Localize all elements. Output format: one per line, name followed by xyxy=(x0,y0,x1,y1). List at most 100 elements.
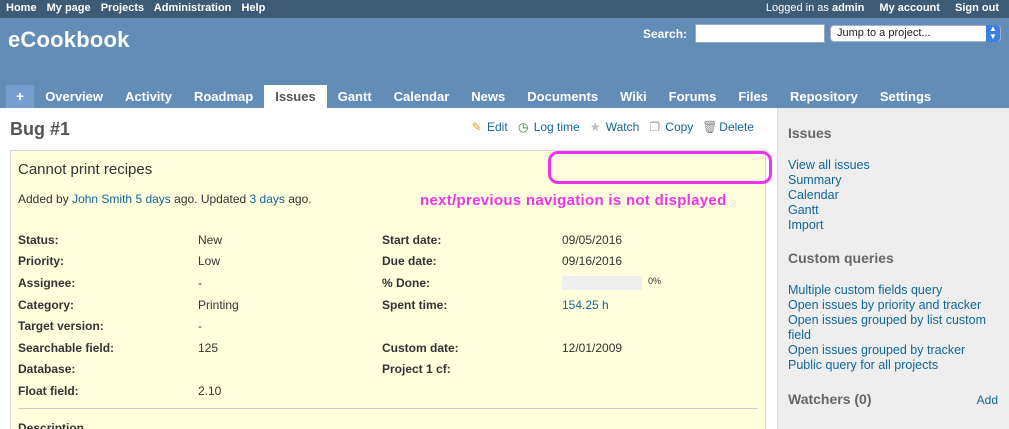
sidebar-query-grouped-list-custom-field[interactable]: Open issues grouped by list custom field xyxy=(788,313,999,343)
issue-subject: Cannot print recipes xyxy=(18,161,153,178)
project-jump-label: Jump to a project... xyxy=(837,27,931,39)
logged-in-user[interactable]: admin xyxy=(832,2,864,14)
spent-time-link[interactable]: 154.25 h xyxy=(562,298,609,312)
ago-text: ago. xyxy=(288,192,312,206)
status-label: Status: xyxy=(18,232,59,247)
due-date-label: Due date: xyxy=(382,254,437,269)
tab-news[interactable]: News xyxy=(460,85,516,108)
project-cf-value xyxy=(562,359,661,381)
empty-label xyxy=(382,315,562,337)
delete-action[interactable]: 🗑 Delete xyxy=(702,120,754,134)
copy-link[interactable]: Copy xyxy=(665,120,693,134)
empty-value xyxy=(562,380,661,402)
database-value xyxy=(198,359,382,381)
top-link-help[interactable]: Help xyxy=(241,2,265,14)
top-menu-right: Logged in as admin My account Sign out xyxy=(742,2,999,14)
project-jump-select[interactable]: Jump to a project... ▲ ▼ xyxy=(830,25,1001,42)
add-watcher-link[interactable]: Add xyxy=(977,393,998,407)
added-by-text: Added by xyxy=(18,192,69,206)
author-link[interactable]: John Smith xyxy=(72,192,132,206)
attribute-row: Searchable field: 125 Custom date: 12/01… xyxy=(18,337,661,359)
log-time-action[interactable]: ◷ Log time xyxy=(517,120,580,134)
tab-settings[interactable]: Settings xyxy=(869,85,942,108)
sidebar-queries-links: Multiple custom fields query Open issues… xyxy=(788,283,999,373)
issue-attributes: Status: New Start date: 09/05/2016 Prior… xyxy=(18,229,661,402)
top-menu: Home My page Projects Administration Hel… xyxy=(0,0,1009,18)
select-arrows-icon: ▲ ▼ xyxy=(986,25,1000,42)
tab-forums[interactable]: Forums xyxy=(658,85,728,108)
sidebar-query-grouped-tracker[interactable]: Open issues grouped by tracker xyxy=(788,343,999,358)
log-time-link[interactable]: Log time xyxy=(534,120,580,134)
empty-label xyxy=(382,380,562,402)
tab-activity[interactable]: Activity xyxy=(114,85,183,108)
sidebar-issues-title: Issues xyxy=(788,125,832,141)
spent-time-value: 154.25 h xyxy=(562,294,661,316)
sidebar-link-calendar[interactable]: Calendar xyxy=(788,188,999,203)
tab-gantt[interactable]: Gantt xyxy=(327,85,383,108)
logged-in-prefix: Logged in as xyxy=(765,2,829,14)
assignee-label: Assignee: xyxy=(18,275,76,290)
sidebar-query-priority-tracker[interactable]: Open issues by priority and tracker xyxy=(788,298,999,313)
sidebar-link-gantt[interactable]: Gantt xyxy=(788,203,999,218)
sidebar-queries-title: Custom queries xyxy=(788,250,894,266)
priority-value: Low xyxy=(198,254,221,269)
main-menu: + Overview Activity Roadmap Issues Gantt… xyxy=(6,85,942,108)
top-link-home[interactable]: Home xyxy=(6,2,37,14)
tab-repository[interactable]: Repository xyxy=(779,85,869,108)
top-link-administration[interactable]: Administration xyxy=(154,2,232,14)
issue-actions: ✎ Edit ◷ Log time ★ Watch ❐ Copy 🗑 Delete xyxy=(470,120,763,134)
attribute-row: Status: New Start date: 09/05/2016 xyxy=(18,229,661,251)
sidebar: Issues View all issues Summary Calendar … xyxy=(777,108,1009,429)
clock-icon: ◷ xyxy=(517,119,529,134)
assignee-value: - xyxy=(198,275,202,290)
top-link-my-page[interactable]: My page xyxy=(47,2,91,14)
empty-value xyxy=(562,315,661,337)
tab-documents[interactable]: Documents xyxy=(516,85,609,108)
divider xyxy=(18,408,758,409)
edit-link[interactable]: Edit xyxy=(487,120,508,134)
top-link-projects[interactable]: Projects xyxy=(101,2,144,14)
tab-roadmap[interactable]: Roadmap xyxy=(183,85,264,108)
sidebar-link-view-all-issues[interactable]: View all issues xyxy=(788,158,999,173)
tab-overview[interactable]: Overview xyxy=(34,85,114,108)
sidebar-query-multiple-custom-fields[interactable]: Multiple custom fields query xyxy=(788,283,999,298)
tab-new[interactable]: + xyxy=(6,85,35,108)
attribute-row: Priority: Low Due date: 09/16/2016 xyxy=(18,251,661,273)
done-progress-bar xyxy=(562,276,642,291)
tab-files[interactable]: Files xyxy=(727,85,779,108)
sidebar-query-public[interactable]: Public query for all projects xyxy=(788,358,999,373)
top-menu-left: Home My page Projects Administration Hel… xyxy=(6,2,272,14)
watch-link[interactable]: Watch xyxy=(606,120,640,134)
annotation-text: next/previous navigation is not displaye… xyxy=(420,192,727,209)
sidebar-link-summary[interactable]: Summary xyxy=(788,173,999,188)
attribute-row: Target version: - xyxy=(18,315,661,337)
star-icon: ★ xyxy=(589,119,601,134)
project-title[interactable]: eCookbook xyxy=(8,27,130,53)
search-input[interactable] xyxy=(695,24,825,43)
annotation-highlight-box xyxy=(548,151,772,184)
tab-wiki[interactable]: Wiki xyxy=(609,85,658,108)
spent-time-label: Spent time: xyxy=(382,297,448,312)
description-heading: Description xyxy=(18,421,85,429)
tab-calendar[interactable]: Calendar xyxy=(383,85,461,108)
category-label: Category: xyxy=(18,297,75,312)
target-version-value: - xyxy=(198,319,202,334)
copy-action[interactable]: ❐ Copy xyxy=(648,120,693,134)
tab-issues[interactable]: Issues xyxy=(264,85,327,108)
start-date-value: 09/05/2016 xyxy=(562,232,623,247)
delete-link[interactable]: Delete xyxy=(719,120,754,134)
watch-action[interactable]: ★ Watch xyxy=(589,119,640,134)
custom-date-label: Custom date: xyxy=(382,340,459,355)
done-label: % Done: xyxy=(382,275,430,290)
sidebar-link-import[interactable]: Import xyxy=(788,218,999,233)
created-ago-link[interactable]: 5 days xyxy=(135,192,170,206)
done-value: 0% xyxy=(562,272,661,294)
edit-action[interactable]: ✎ Edit xyxy=(470,120,508,134)
sign-out-link[interactable]: Sign out xyxy=(955,2,999,14)
copy-icon: ❐ xyxy=(649,119,661,134)
my-account-link[interactable]: My account xyxy=(879,2,940,14)
searchable-field-value: 125 xyxy=(198,340,219,355)
search-label: Search: xyxy=(643,27,688,41)
updated-ago-link[interactable]: 3 days xyxy=(250,192,285,206)
issue-heading: Bug #1 xyxy=(10,119,71,139)
